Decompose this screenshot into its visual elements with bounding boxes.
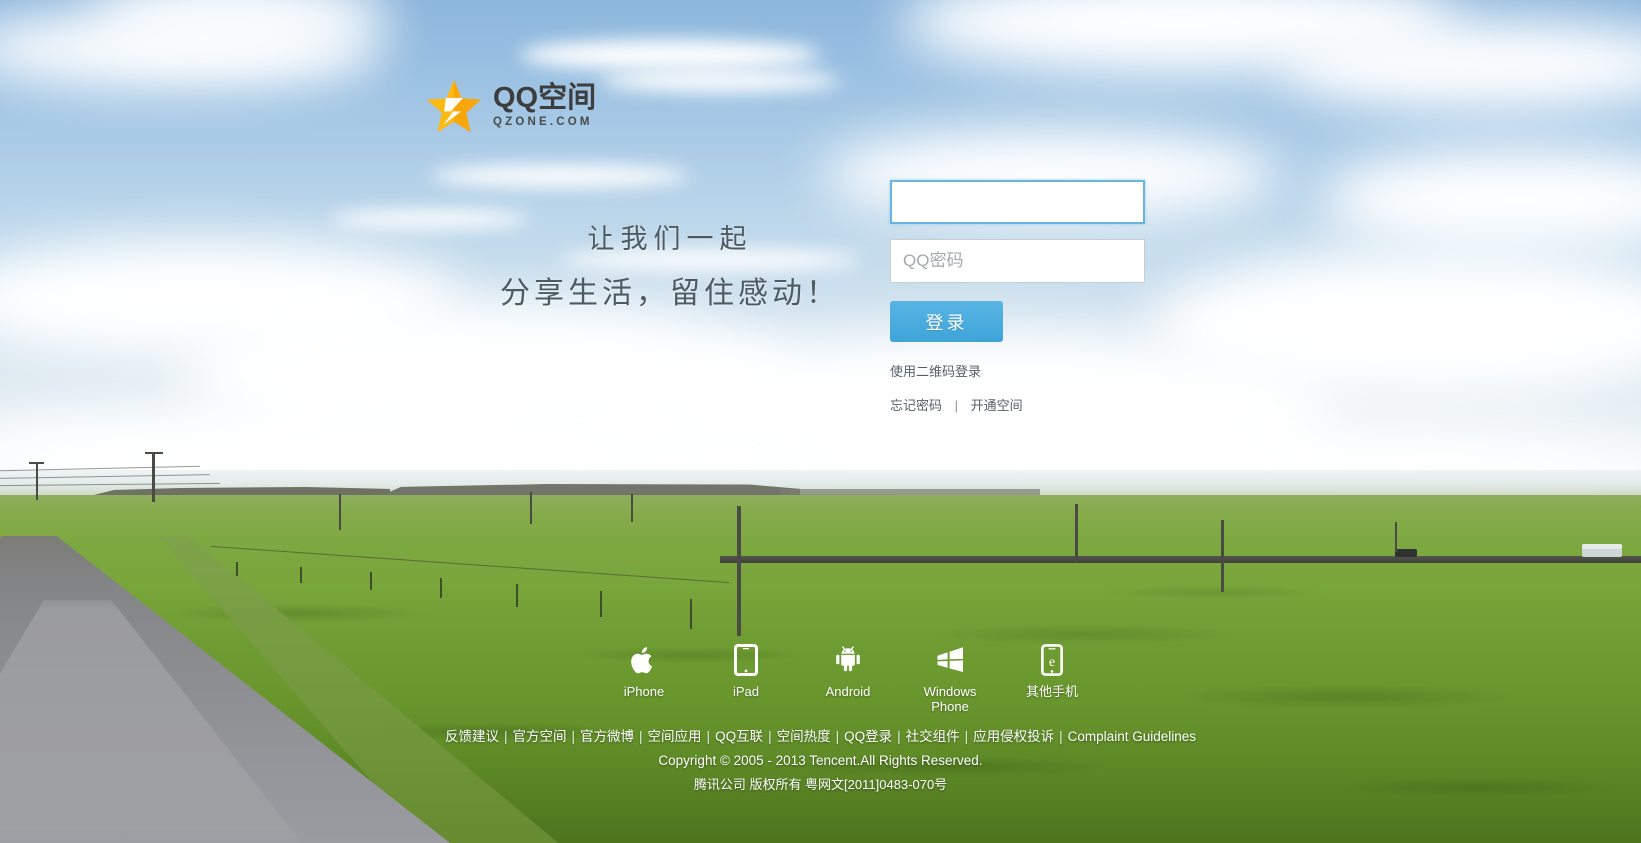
login-button[interactable]: 登录 xyxy=(890,301,1003,342)
footer-icp: 腾讯公司 版权所有 粤网文[2011]0483-070号 xyxy=(693,777,948,792)
platform-link-windows-phone[interactable]: Windows Phone xyxy=(914,643,986,714)
windows-icon xyxy=(914,643,986,677)
platform-link-iphone[interactable]: iPhone xyxy=(608,643,680,699)
footer-link-zone-apps[interactable]: 空间应用 xyxy=(648,729,702,744)
platform-label: Windows Phone xyxy=(923,684,977,714)
platform-label: 其他手机 xyxy=(1025,684,1078,699)
platform-link-other-phone[interactable]: e 其他手机 xyxy=(1016,643,1088,699)
footer-separator: | xyxy=(835,729,840,744)
footer-link-official-weibo[interactable]: 官方微博 xyxy=(580,729,634,744)
logo-title: QQ空间 xyxy=(493,81,597,114)
footer-link-social-widgets[interactable]: 社交组件 xyxy=(906,729,960,744)
cloud-shape xyxy=(430,165,690,187)
power-pylon-arm xyxy=(29,462,44,464)
footer-separator: | xyxy=(571,729,576,744)
footer-copyright: Copyright © 2005 - 2013 Tencent.All Righ… xyxy=(658,753,983,768)
slogan-line-1: 让我们一起 xyxy=(587,224,753,255)
ipad-icon xyxy=(710,643,782,677)
utility-pole xyxy=(631,494,633,522)
footer-separator: | xyxy=(1059,729,1063,744)
utility-pole xyxy=(339,494,341,530)
qzone-login-page: QQ空间 QZONE.COM 让我们一起 分享生活，留住感动！ 登录 使用二维码… xyxy=(0,0,1641,843)
qzone-star-icon xyxy=(426,79,482,133)
fence-post xyxy=(300,567,302,583)
utility-pole xyxy=(530,492,532,524)
platform-links: iPhone iPad Android Windows Phone e 其他手机 xyxy=(608,643,1088,714)
register-link[interactable]: 开通空间 xyxy=(971,398,1023,413)
apple-icon xyxy=(608,643,680,677)
account-input[interactable] xyxy=(890,180,1145,224)
forgot-password-link[interactable]: 忘记密码 xyxy=(890,398,942,413)
footer-link-zone-heat[interactable]: 空间热度 xyxy=(777,729,831,744)
cloud-shape xyxy=(600,70,840,92)
footer-link-official-zone[interactable]: 官方空间 xyxy=(513,729,567,744)
footer-link-feedback[interactable]: 反馈建议 xyxy=(445,729,499,744)
footer-link-complaint-guidelines[interactable]: Complaint Guidelines xyxy=(1068,729,1196,744)
android-icon xyxy=(812,643,884,677)
footer: 反馈建议 | 官方空间 | 官方微博 | 空间应用 | QQ互联 | 空间热度 | QQ登录 | 社交组件 |… xyxy=(0,726,1641,795)
fence-post xyxy=(440,578,442,598)
utility-pole xyxy=(737,506,741,636)
helper-links: 忘记密码 | 开通空间 xyxy=(890,395,1150,414)
fence-post xyxy=(370,572,372,590)
fence-post xyxy=(236,562,238,576)
platform-label: Android xyxy=(825,684,871,699)
platform-link-android[interactable]: Android xyxy=(812,643,884,699)
footer-links: 反馈建议 | 官方空间 | 官方微博 | 空间应用 | QQ互联 | 空间热度 | QQ登录 | 社交组件 |… xyxy=(0,726,1641,747)
qr-login-link[interactable]: 使用二维码登录 xyxy=(890,361,1150,380)
utility-pole xyxy=(1075,504,1078,562)
power-pylon-arm xyxy=(145,452,163,454)
slogan-line-2: 分享生活，留住感动！ xyxy=(500,276,840,311)
helper-separator: | xyxy=(954,398,959,413)
slogan: 让我们一起 分享生活，留住感动！ xyxy=(470,215,870,319)
cloud-shape xyxy=(520,40,820,70)
footer-separator: | xyxy=(504,729,508,744)
login-panel: 登录 使用二维码登录 忘记密码 | 开通空间 xyxy=(890,180,1150,414)
password-input[interactable] xyxy=(890,239,1145,283)
logo-subtitle: QZONE.COM xyxy=(493,115,593,128)
footer-separator: | xyxy=(706,729,711,744)
footer-link-qq-login[interactable]: QQ登录 xyxy=(844,729,892,744)
distant-road xyxy=(720,556,1641,563)
footer-separator: | xyxy=(897,729,901,744)
footer-separator: | xyxy=(639,729,643,744)
platform-link-ipad[interactable]: iPad xyxy=(710,643,782,699)
logo-wordmark: QQ空间 QZONE.COM xyxy=(493,81,597,129)
platform-label: iPad xyxy=(732,684,760,699)
footer-link-infringement[interactable]: 应用侵权投诉 xyxy=(973,729,1054,744)
footer-link-qq-connect[interactable]: QQ互联 xyxy=(715,729,763,744)
vehicle-bus-roof xyxy=(1582,544,1622,549)
svg-text:e: e xyxy=(1049,655,1055,670)
fence-post xyxy=(516,584,518,607)
utility-pole xyxy=(1221,520,1224,592)
footer-separator: | xyxy=(768,729,772,744)
vehicle-car xyxy=(1395,549,1417,557)
utility-pole xyxy=(1395,522,1397,552)
other-phone-icon: e xyxy=(1016,643,1088,677)
platform-label: iPhone xyxy=(623,684,665,699)
power-pylon xyxy=(152,452,155,502)
fence-post xyxy=(600,591,602,617)
footer-separator: | xyxy=(964,729,969,744)
qzone-logo[interactable]: QQ空间 QZONE.COM xyxy=(425,78,596,134)
fence-post xyxy=(690,599,692,629)
power-pylon xyxy=(36,462,38,500)
